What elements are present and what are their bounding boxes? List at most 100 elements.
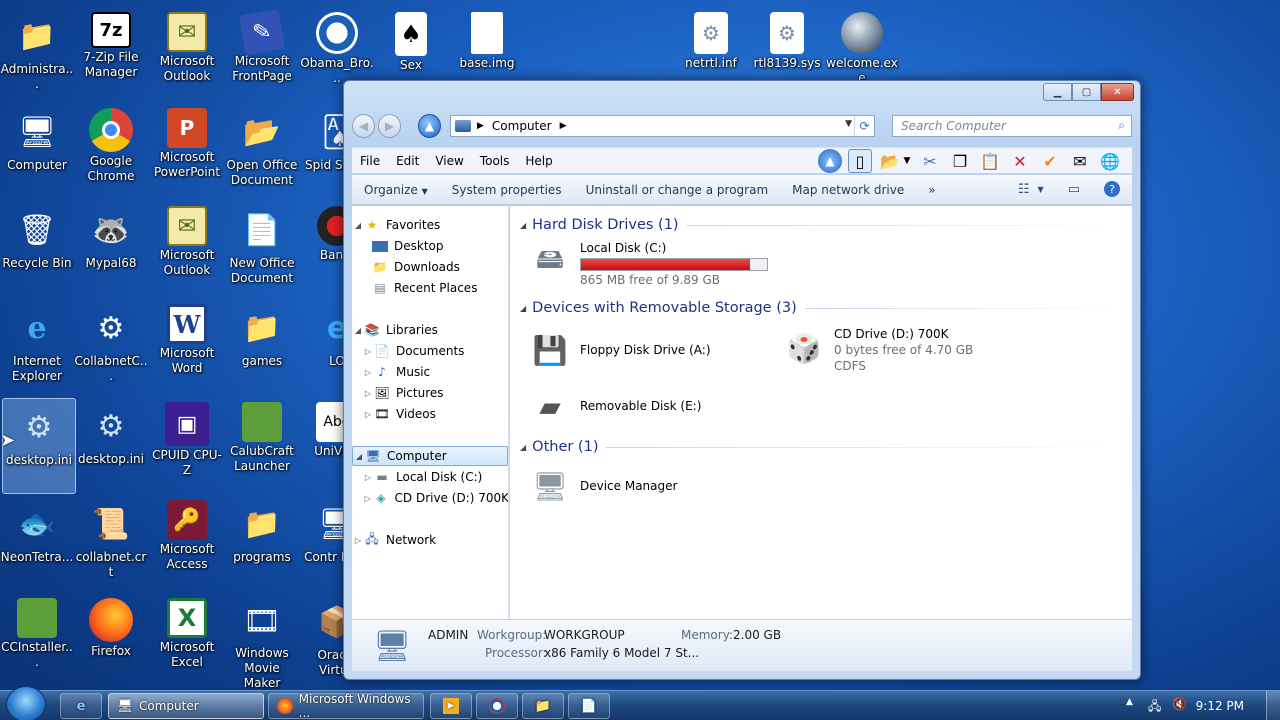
group-removable-storage[interactable]: ◢ Devices with Removable Storage (3) bbox=[520, 297, 1122, 319]
cut-icon[interactable]: ✂ bbox=[918, 149, 942, 173]
desktop-icon-mypal[interactable]: 🦝 Mypal68 bbox=[74, 202, 148, 298]
more-commands-button[interactable]: » bbox=[916, 183, 947, 197]
up-arrow-icon[interactable]: ▲ bbox=[818, 149, 842, 173]
paste-icon[interactable]: 📋 bbox=[978, 149, 1002, 173]
dropdown-icon[interactable]: ▼ bbox=[902, 149, 912, 173]
desktop-icon-new-office-document[interactable]: 📄 New Office Document bbox=[225, 202, 299, 298]
collapse-group-icon[interactable]: ◢ bbox=[520, 443, 526, 452]
drive-local-disk-c[interactable]: 🖴 Local Disk (C:) 865 MB free of 9.89 GB bbox=[526, 240, 768, 288]
desktop-icon-administrator[interactable]: 📁 Administra... bbox=[0, 8, 74, 104]
refresh-icon[interactable]: ⟳ bbox=[854, 116, 874, 136]
drive-floppy-a[interactable]: 💾 Floppy Disk Drive (A:) bbox=[526, 328, 711, 372]
desktop-icon-games[interactable]: 📁 games bbox=[225, 300, 299, 396]
desktop-icon-access[interactable]: 🔑 Microsoft Access bbox=[150, 496, 224, 592]
taskbar-computer-button[interactable]: 🖥 Computer bbox=[108, 693, 264, 719]
menu-help[interactable]: Help bbox=[517, 154, 560, 168]
taskbar-document-button[interactable]: 📄 bbox=[568, 693, 610, 719]
desktop-icon-cpuz[interactable]: ▣ CPUID CPU-Z bbox=[150, 398, 224, 494]
desktop-icon-computer[interactable]: 🖥 Computer bbox=[0, 104, 74, 200]
collapsed-triangle-icon[interactable]: ▷ bbox=[362, 494, 373, 503]
desktop-icon-programs[interactable]: 📁 programs bbox=[225, 496, 299, 592]
taskbar-clock[interactable]: 9:12 PM bbox=[1196, 699, 1244, 713]
nav-cd-drive[interactable]: ▷ ◈ CD Drive (D:) 700K bbox=[352, 488, 508, 508]
desktop-icon-outlook-2[interactable]: ✉ Microsoft Outlook bbox=[150, 202, 224, 298]
checkmark-icon[interactable]: ✔ bbox=[1038, 149, 1062, 173]
tray-volume-muted-icon[interactable]: 🔇 bbox=[1172, 697, 1187, 711]
map-network-drive-button[interactable]: Map network drive bbox=[780, 183, 916, 197]
maximize-button[interactable]: ▢ bbox=[1072, 83, 1101, 101]
desktop-icon-7zip[interactable]: 7z 7-Zip File Manager bbox=[74, 8, 148, 104]
properties-icon[interactable]: ✉ bbox=[1068, 149, 1092, 173]
menu-tools[interactable]: Tools bbox=[472, 154, 518, 168]
collapse-group-icon[interactable]: ◢ bbox=[520, 304, 526, 313]
back-button[interactable]: ◀ bbox=[352, 114, 375, 138]
nav-network[interactable]: ▷ 🖧 Network bbox=[352, 530, 508, 550]
uninstall-program-button[interactable]: Uninstall or change a program bbox=[574, 183, 781, 197]
nav-desktop[interactable]: Desktop bbox=[352, 236, 508, 256]
collapse-group-icon[interactable]: ◢ bbox=[520, 221, 526, 230]
chevron-down-icon[interactable]: ▼ bbox=[1038, 185, 1044, 194]
system-properties-button[interactable]: System properties bbox=[440, 183, 574, 197]
collapsed-triangle-icon[interactable]: ▷ bbox=[352, 536, 364, 545]
desktop-icon-ccinstaller[interactable]: CCInstaller... bbox=[0, 594, 74, 690]
collapsed-triangle-icon[interactable]: ▷ bbox=[362, 473, 374, 482]
address-dropdown-icon[interactable]: ▼ bbox=[845, 119, 852, 129]
globe-icon[interactable]: 🌐 bbox=[1098, 149, 1122, 173]
nav-documents[interactable]: ▷ 📄 Documents bbox=[352, 341, 508, 361]
nav-videos[interactable]: ▷ 🎞 Videos bbox=[352, 404, 508, 424]
desktop-icon-collabnet[interactable]: ⚙ CollabnetC... bbox=[74, 300, 148, 396]
desktop-icon-excel[interactable]: X Microsoft Excel bbox=[150, 594, 224, 690]
taskbar-obama-button[interactable] bbox=[476, 693, 518, 719]
show-desktop-button[interactable] bbox=[1266, 691, 1280, 720]
desktop-icon-calubcraft[interactable]: CalubCraft Launcher bbox=[225, 398, 299, 494]
forward-button[interactable]: ▶ bbox=[378, 114, 401, 138]
nav-pictures[interactable]: ▷ 🖼 Pictures bbox=[352, 383, 508, 403]
taskbar-media-button[interactable]: ▶ bbox=[430, 693, 472, 719]
change-view-icon[interactable]: ☷ bbox=[1018, 182, 1030, 197]
desktop-icon-chrome[interactable]: Google Chrome bbox=[74, 104, 148, 200]
menu-edit[interactable]: Edit bbox=[388, 154, 427, 168]
organize-button[interactable]: Organize ▼ bbox=[352, 183, 440, 197]
desktop-icon-collabnet-crt[interactable]: 📜 collabnet.crt bbox=[74, 496, 148, 592]
device-manager-item[interactable]: 🖥 Device Manager bbox=[526, 464, 677, 508]
nav-computer[interactable]: ◢ 🖥 Computer bbox=[352, 446, 508, 466]
breadcrumb-computer[interactable]: Computer bbox=[492, 119, 552, 133]
folder-options-icon[interactable]: 📂 bbox=[878, 149, 902, 173]
search-icon[interactable]: ⌕ bbox=[1118, 118, 1125, 133]
desktop-icon-internet-explorer[interactable]: e Internet Explorer bbox=[0, 300, 74, 396]
nav-libraries[interactable]: ◢ 📚 Libraries bbox=[352, 320, 508, 340]
group-other[interactable]: ◢ Other (1) bbox=[520, 436, 1122, 458]
desktop-icon-open-office-document[interactable]: 📂 Open Office Document bbox=[225, 104, 299, 200]
taskbar-browser-button[interactable]: Microsoft Windows ... bbox=[268, 692, 424, 720]
menu-view[interactable]: View bbox=[427, 154, 471, 168]
expanded-triangle-icon[interactable]: ◢ bbox=[352, 221, 364, 230]
collapsed-triangle-icon[interactable]: ▷ bbox=[362, 410, 374, 419]
desktop-icon-word[interactable]: W Microsoft Word bbox=[150, 300, 224, 396]
desktop-icon-movie-maker[interactable]: 🎞 Windows Movie Maker bbox=[225, 594, 299, 690]
desktop-icon-frontpage[interactable]: ✎ Microsoft FrontPage bbox=[225, 8, 299, 104]
delete-icon[interactable]: ✕ bbox=[1008, 149, 1032, 173]
folders-pane-icon[interactable]: ▯ bbox=[848, 149, 872, 173]
copy-icon[interactable]: ❐ bbox=[948, 149, 972, 173]
nav-local-disk[interactable]: ▷ ▬ Local Disk (C:) bbox=[352, 467, 508, 487]
drive-cd-d[interactable]: 🎲 CD Drive (D:) 700K 0 bytes free of 4.7… bbox=[780, 326, 974, 374]
nav-downloads[interactable]: 📁 Downloads bbox=[352, 257, 508, 277]
close-button[interactable]: ✕ bbox=[1101, 83, 1134, 101]
collapsed-triangle-icon[interactable]: ▷ bbox=[362, 347, 374, 356]
preview-pane-icon[interactable]: ▭ bbox=[1068, 182, 1080, 197]
nav-favorites[interactable]: ◢ ★ Favorites bbox=[352, 215, 508, 235]
menu-file[interactable]: File bbox=[352, 154, 388, 168]
desktop-icon-powerpoint[interactable]: P Microsoft PowerPoint bbox=[150, 104, 224, 200]
nav-recent-places[interactable]: ▤ Recent Places bbox=[352, 278, 508, 298]
taskbar-folder-button[interactable]: 📁 bbox=[522, 693, 564, 719]
start-button[interactable] bbox=[6, 686, 46, 720]
help-icon[interactable]: ? bbox=[1104, 181, 1120, 197]
desktop-icon-recycle-bin[interactable]: 🗑 Recycle Bin bbox=[0, 202, 74, 298]
collapsed-triangle-icon[interactable]: ▷ bbox=[362, 368, 374, 377]
desktop-icon-outlook[interactable]: ✉ Microsoft Outlook bbox=[150, 8, 224, 104]
search-input[interactable]: Search Computer ⌕ bbox=[892, 115, 1132, 137]
collapsed-triangle-icon[interactable]: ▷ bbox=[362, 389, 374, 398]
desktop-icon-desktop-ini[interactable]: ⚙ desktop.ini bbox=[74, 398, 148, 494]
tray-expand-icon[interactable]: ▲ bbox=[1126, 697, 1133, 707]
tray-network-icon[interactable]: 🖧 bbox=[1148, 697, 1161, 718]
